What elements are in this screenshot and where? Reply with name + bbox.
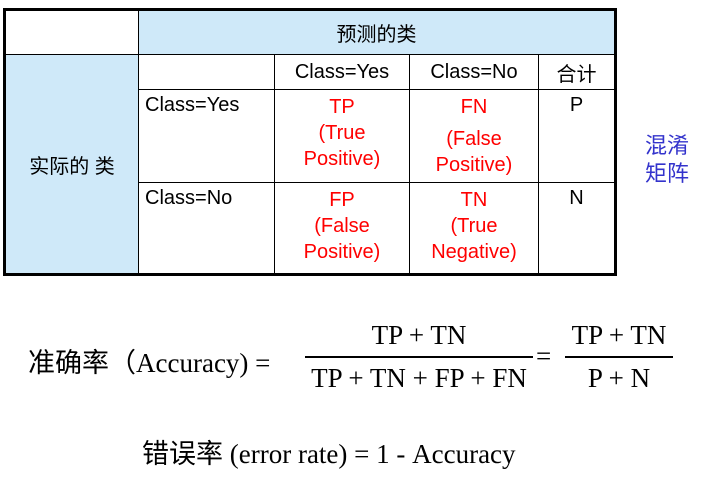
- cell-tn-line1: (True: [450, 215, 498, 237]
- cell-fn: FN (False Positive): [409, 89, 539, 183]
- side-label-line2: 矩阵: [645, 161, 690, 186]
- cell-tp-line2: Positive): [303, 148, 381, 170]
- cell-tp: TP (True Positive): [274, 89, 410, 183]
- col-header-yes: Class=Yes: [274, 54, 410, 90]
- actual-class-header: 实际的 类: [4, 54, 139, 275]
- cell-tn-line2: Negative): [431, 241, 517, 263]
- total-n: N: [538, 182, 616, 275]
- corner-cell: [4, 9, 139, 55]
- confusion-matrix-table: 预测的类 实际的 类 Class=Yes Class=No 合计 Class=Y…: [3, 8, 617, 276]
- cell-fp-line1: (False: [314, 215, 370, 237]
- side-label-line1: 混淆: [645, 133, 690, 158]
- cell-fn-abbr: FN: [460, 96, 488, 118]
- col-header-total: 合计: [538, 54, 616, 90]
- accuracy-label: 准确率（Accuracy) =: [28, 348, 271, 378]
- accuracy-numerator: TP + TN: [371, 320, 467, 350]
- accuracy-fraction-2: TP + TN P + N: [565, 318, 673, 396]
- cell-fp-line2: Positive): [303, 241, 381, 263]
- error-rate-formula: 错误率 (error rate) = 1 - Accuracy: [142, 439, 516, 469]
- total-p: P: [538, 89, 616, 183]
- cell-tp-abbr: TP: [329, 96, 355, 118]
- cell-fn-line2: Positive): [435, 154, 513, 176]
- row-label-no: Class=No: [138, 182, 275, 275]
- empty-subheader-cell: [138, 54, 275, 90]
- equals-sign: =: [536, 341, 552, 371]
- accuracy-denominator-2: P + N: [587, 363, 651, 393]
- cell-tn-abbr: TN: [460, 189, 488, 211]
- accuracy-formula: 准确率（Accuracy) = TP + TN TP + TN + FP + F…: [28, 318, 708, 398]
- row-label-yes: Class=Yes: [138, 89, 275, 183]
- accuracy-numerator-2: TP + TN: [571, 320, 667, 350]
- cell-tp-line1: (True: [318, 122, 366, 144]
- cell-fp: FP (False Positive): [274, 182, 410, 275]
- cell-tn: TN (True Negative): [409, 182, 539, 275]
- accuracy-fraction: TP + TN TP + TN + FP + FN: [305, 318, 533, 396]
- col-header-no: Class=No: [409, 54, 539, 90]
- accuracy-denominator: TP + TN + FP + FN: [311, 363, 527, 393]
- cell-fp-abbr: FP: [329, 189, 355, 211]
- predicted-class-header: 预测的类: [138, 9, 616, 55]
- cell-fn-line1: (False: [446, 128, 502, 150]
- confusion-matrix-label: 混淆 矩阵: [645, 132, 689, 188]
